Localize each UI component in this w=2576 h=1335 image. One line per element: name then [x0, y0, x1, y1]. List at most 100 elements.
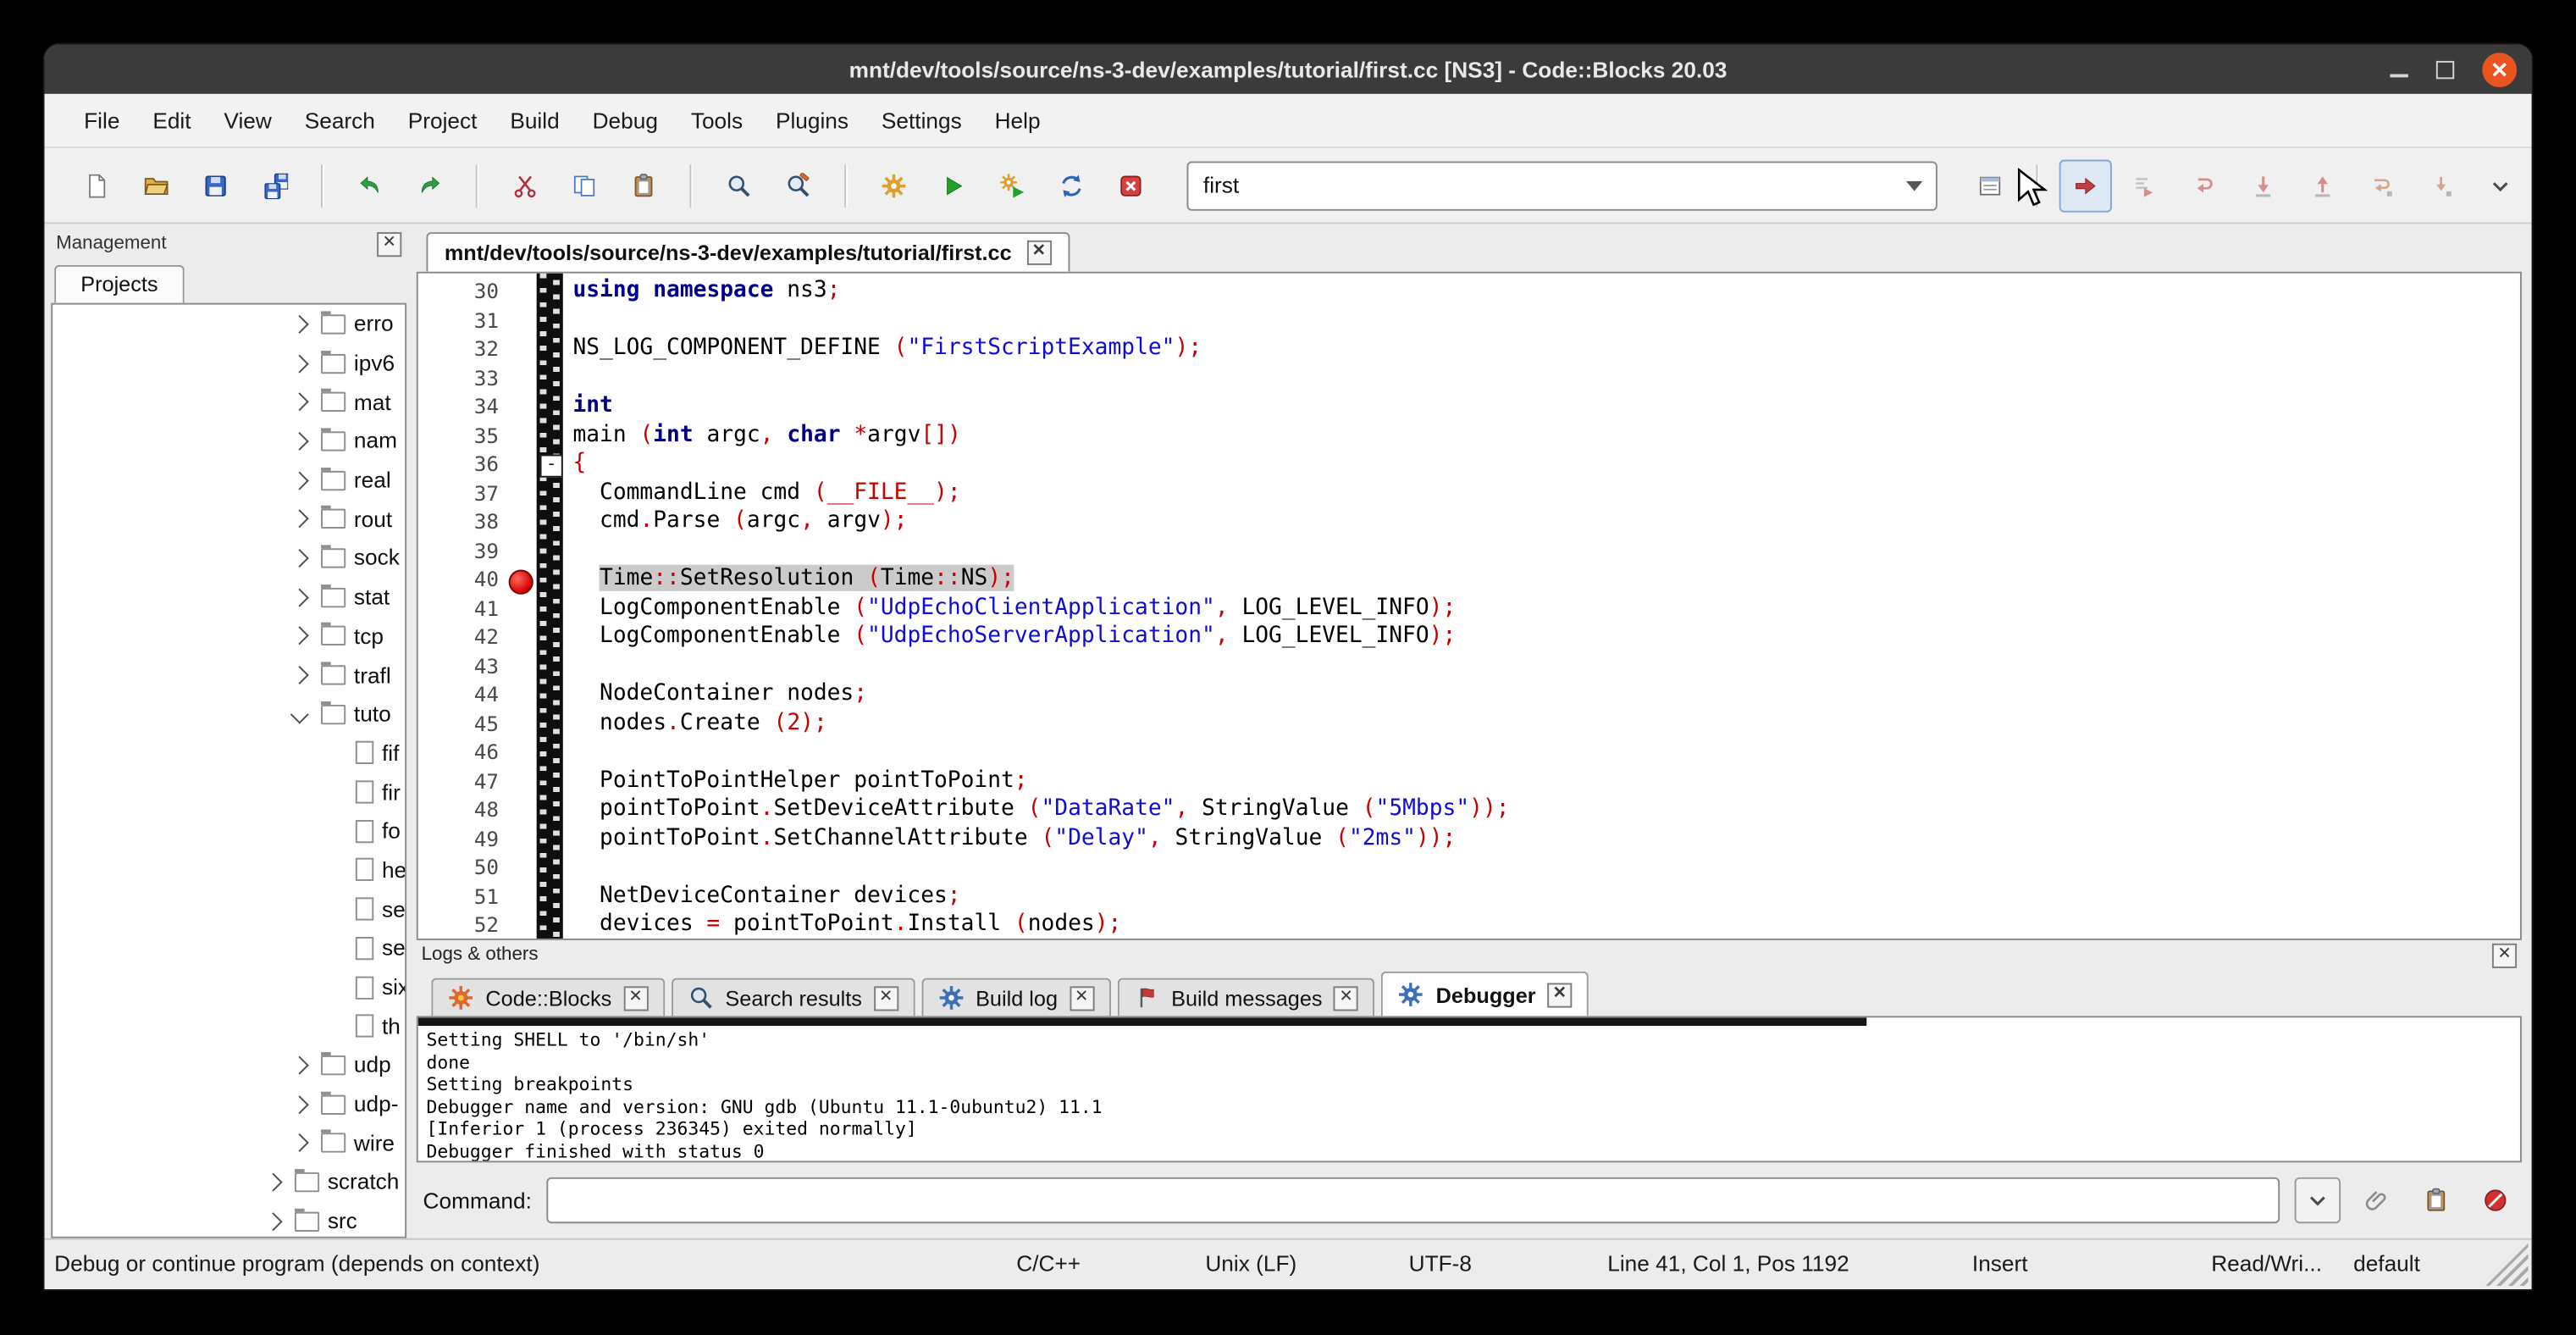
- step-into-instruction-button[interactable]: [2415, 159, 2468, 212]
- chevron-right-icon[interactable]: [264, 1212, 283, 1231]
- line-number[interactable]: 48: [418, 797, 499, 822]
- abort-button[interactable]: [1104, 159, 1157, 212]
- line-number[interactable]: 32: [418, 336, 499, 361]
- tree-item-erro[interactable]: erro: [53, 305, 405, 344]
- line-number[interactable]: 43: [418, 653, 499, 678]
- chevron-down-icon[interactable]: [290, 705, 309, 723]
- tab-projects[interactable]: Projects: [54, 265, 184, 303]
- tree-item-he[interactable]: he: [53, 850, 405, 889]
- line-number[interactable]: 34: [418, 394, 499, 418]
- incremental-search-options-button[interactable]: [1964, 159, 2016, 212]
- editor-tab-close-icon[interactable]: ✕: [1026, 241, 1051, 265]
- tab-close-icon[interactable]: ✕: [623, 985, 648, 1010]
- chevron-right-icon[interactable]: [290, 588, 309, 607]
- tab-close-icon[interactable]: ✕: [1547, 982, 1572, 1006]
- tree-item-six[interactable]: six: [53, 967, 405, 1006]
- tree-item-nam[interactable]: nam: [53, 422, 405, 461]
- tree-item-wire[interactable]: wire: [53, 1124, 405, 1163]
- line-number[interactable]: 52: [418, 912, 499, 937]
- menu-build[interactable]: Build: [494, 100, 576, 141]
- line-number[interactable]: 46: [418, 740, 499, 764]
- logs-tab-debugger[interactable]: Debugger✕: [1382, 972, 1589, 1016]
- menu-tools[interactable]: Tools: [674, 100, 759, 141]
- chevron-right-icon[interactable]: [290, 627, 309, 645]
- line-number[interactable]: 39: [418, 538, 499, 562]
- line-number[interactable]: 35: [418, 423, 499, 447]
- run-to-cursor-button[interactable]: [2119, 159, 2171, 212]
- copy-log-button[interactable]: [2413, 1177, 2459, 1223]
- run-button[interactable]: [926, 159, 979, 212]
- debugger-log[interactable]: Setting SHELL to '/bin/sh'doneSetting br…: [417, 1016, 2522, 1162]
- step-into-button[interactable]: [2237, 159, 2290, 212]
- tree-item-rout[interactable]: rout: [53, 500, 405, 539]
- tree-item-real[interactable]: real: [53, 461, 405, 500]
- build-button[interactable]: [867, 159, 920, 212]
- project-tree[interactable]: erroipv6matnamrealroutsockstattcptrafltu…: [51, 303, 406, 1238]
- title-bar[interactable]: mnt/dev/tools/source/ns-3-dev/examples/t…: [44, 44, 2531, 93]
- tree-item-tuto[interactable]: tuto: [53, 695, 405, 734]
- line-number[interactable]: 51: [418, 884, 499, 908]
- attach-button[interactable]: [2354, 1177, 2400, 1223]
- toolbar-overflow-button[interactable]: [2474, 159, 2527, 212]
- line-number[interactable]: 49: [418, 826, 499, 850]
- find-button[interactable]: [713, 159, 766, 212]
- tree-item-udp[interactable]: udp: [53, 1045, 405, 1084]
- tree-item-sock[interactable]: sock: [53, 539, 405, 578]
- chevron-right-icon[interactable]: [290, 510, 309, 529]
- chevron-right-icon[interactable]: [290, 315, 309, 334]
- menu-help[interactable]: Help: [978, 100, 1057, 141]
- fold-marker[interactable]: -: [540, 454, 563, 477]
- logs-close-icon[interactable]: ✕: [2492, 943, 2517, 967]
- line-number[interactable]: 41: [418, 595, 499, 620]
- rebuild-button[interactable]: [1045, 159, 1097, 212]
- step-out-button[interactable]: [2297, 159, 2349, 212]
- command-input[interactable]: [546, 1177, 2280, 1223]
- close-button[interactable]: ✕: [2482, 52, 2517, 86]
- line-number[interactable]: 37: [418, 480, 499, 505]
- chevron-right-icon[interactable]: [290, 666, 309, 684]
- tree-item-scratch[interactable]: scratch: [53, 1163, 405, 1202]
- chevron-right-icon[interactable]: [290, 549, 309, 568]
- chevron-right-icon[interactable]: [290, 1095, 309, 1114]
- line-number[interactable]: 33: [418, 365, 499, 390]
- open-file-button[interactable]: [130, 159, 183, 212]
- tree-item-mat[interactable]: mat: [53, 383, 405, 422]
- redo-button[interactable]: [403, 159, 456, 212]
- tree-item-udp-[interactable]: udp-: [53, 1084, 405, 1123]
- tree-item-trafl[interactable]: trafl: [53, 656, 405, 695]
- tree-item-fif[interactable]: fif: [53, 734, 405, 773]
- line-number[interactable]: 44: [418, 682, 499, 706]
- logs-tab-code-blocks[interactable]: Code::Blocks✕: [431, 978, 664, 1016]
- line-number[interactable]: 30: [418, 279, 499, 303]
- menu-file[interactable]: File: [68, 100, 136, 141]
- breakpoint-marker[interactable]: [509, 569, 533, 594]
- menu-search[interactable]: Search: [288, 100, 391, 141]
- menu-plugins[interactable]: Plugins: [760, 100, 865, 141]
- resize-grip[interactable]: [2485, 1244, 2529, 1287]
- next-instruction-button[interactable]: [2356, 159, 2408, 212]
- tab-close-icon[interactable]: ✕: [1334, 985, 1358, 1010]
- tree-item-src[interactable]: src: [53, 1202, 405, 1238]
- line-number[interactable]: 50: [418, 855, 499, 879]
- line-number[interactable]: 45: [418, 711, 499, 735]
- line-number[interactable]: 36: [418, 451, 499, 476]
- cut-button[interactable]: [499, 159, 551, 212]
- line-number[interactable]: 40: [418, 567, 499, 591]
- line-number[interactable]: 47: [418, 768, 499, 793]
- tree-item-se[interactable]: se: [53, 889, 405, 928]
- paste-button[interactable]: [617, 159, 670, 212]
- logs-tab-search-results[interactable]: Search results✕: [671, 978, 915, 1016]
- tab-close-icon[interactable]: ✕: [1070, 985, 1094, 1010]
- menu-edit[interactable]: Edit: [136, 100, 207, 141]
- chevron-right-icon[interactable]: [264, 1173, 283, 1192]
- editor-tab-first-cc[interactable]: mnt/dev/tools/source/ns-3-dev/examples/t…: [426, 232, 1069, 272]
- minimize-button[interactable]: [2390, 73, 2407, 76]
- tree-item-th[interactable]: th: [53, 1006, 405, 1045]
- debug-continue-button[interactable]: [2059, 159, 2112, 212]
- chevron-right-icon[interactable]: [290, 393, 309, 412]
- line-number[interactable]: 42: [418, 624, 499, 649]
- chevron-right-icon[interactable]: [290, 432, 309, 451]
- command-history-dropdown[interactable]: [2295, 1177, 2341, 1223]
- line-number[interactable]: 38: [418, 509, 499, 534]
- search-combobox[interactable]: first: [1186, 161, 1937, 210]
